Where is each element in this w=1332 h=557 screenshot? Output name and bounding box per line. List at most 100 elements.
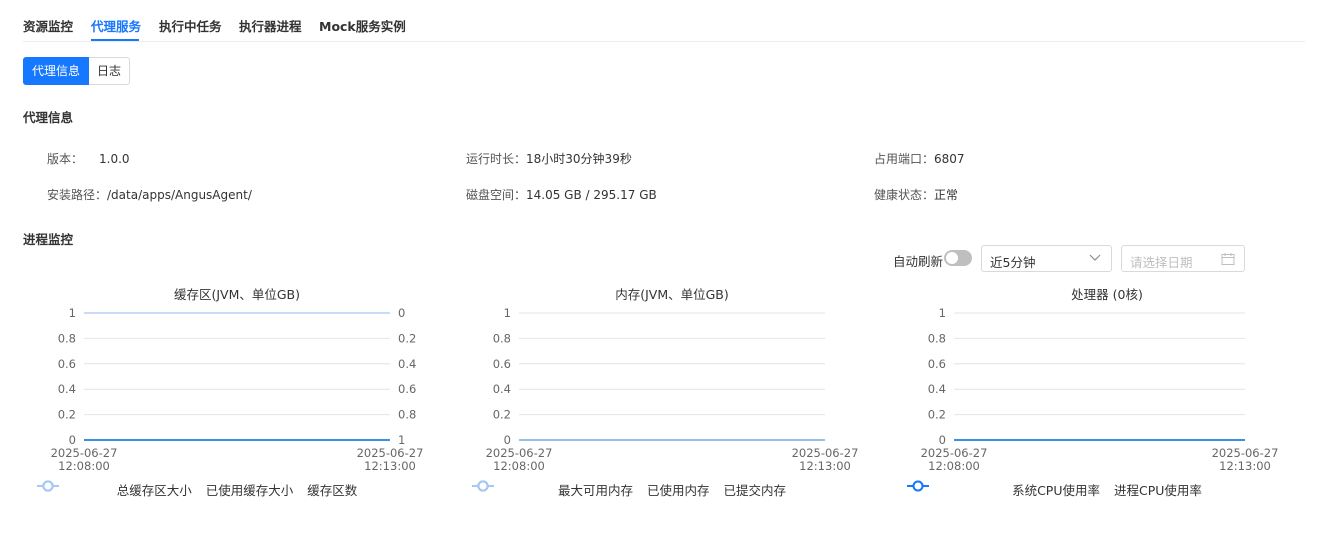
x-tick-label-time: 12:08:00	[493, 459, 545, 473]
y2-tick-label: 0.4	[398, 357, 416, 371]
calendar-icon	[1221, 253, 1235, 265]
subtab-agent-info[interactable]: 代理信息	[23, 57, 90, 85]
processor-chart-legend: 系统CPU使用率 进程CPU使用率	[907, 480, 1307, 499]
install-path-row: 安装路径：/data/apps/AngusAgent/	[47, 186, 252, 203]
y-tick-label: 0.8	[928, 331, 946, 345]
port-value: 6807	[934, 152, 965, 166]
legend-label: 已使用缓存大小	[205, 483, 294, 498]
legend-item[interactable]: 最大可用内存	[472, 480, 633, 499]
active-tab-indicator	[91, 39, 139, 41]
auto-refresh-label: 自动刷新	[893, 254, 944, 269]
y2-tick-label: 0.2	[398, 331, 416, 345]
agent-info-title: 代理信息	[23, 110, 74, 125]
y-tick-label: 0.2	[928, 408, 946, 422]
install-path-label: 安装路径：	[47, 188, 108, 202]
toggle-knob	[946, 252, 958, 264]
time-range-select[interactable]: 近5分钟	[981, 245, 1112, 272]
subtab-logs[interactable]: 日志	[89, 57, 131, 85]
health-value: 正常	[934, 188, 959, 202]
install-path-value: /data/apps/AngusAgent/	[107, 188, 252, 202]
x-tick-label-time: 12:08:00	[928, 459, 980, 473]
legend-label: 总缓存区大小	[116, 483, 192, 498]
tab-resource-monitor[interactable]: 资源监控	[23, 16, 73, 35]
y-tick-label: 0.4	[928, 382, 946, 396]
legend-item[interactable]: 缓存区数	[37, 480, 358, 499]
tab-mock-service-instance[interactable]: Mock服务实例	[319, 16, 406, 35]
time-range-value: 近5分钟	[990, 255, 1036, 270]
y-tick-label: 0	[504, 433, 511, 447]
date-placeholder: 请选择日期	[1130, 255, 1193, 270]
legend-label: 进程CPU使用率	[1114, 483, 1202, 498]
legend-label: 已提交内存	[723, 483, 787, 498]
process-monitor-title: 进程监控	[23, 232, 74, 247]
y-tick-label: 0.4	[493, 382, 511, 396]
x-tick-label-date: 2025-06-27	[921, 446, 988, 460]
memory-chart-title: 内存(JVM、单位GB)	[615, 287, 729, 302]
legend-marker-circle	[912, 480, 924, 492]
legend-item[interactable]: 系统CPU使用率	[907, 480, 1100, 499]
memory-chart: 0 0.2 0.4 0.6 0.8 1 2025-06-27 12:08:00 2025-06-…	[472, 282, 872, 507]
port-row: 占用端口：6807	[874, 150, 965, 167]
uptime-row: 运行时长：18小时30分钟39秒	[466, 150, 632, 167]
subtab-group: 代理信息 日志	[23, 57, 131, 85]
x-tick-label-date: 2025-06-27	[51, 446, 118, 460]
date-picker[interactable]: 请选择日期	[1121, 245, 1245, 272]
y-tick-label: 0.6	[928, 357, 946, 371]
y-tick-label: 0.8	[493, 331, 511, 345]
y-tick-label: 0.6	[493, 357, 511, 371]
legend-item[interactable]: 总缓存区大小	[37, 480, 192, 499]
memory-chart-plot: 00.20.40.60.812025-06-2712:08:002025-06-…	[486, 306, 859, 473]
legend-item[interactable]: 已使用缓存大小	[37, 480, 294, 499]
processor-chart-plot: 00.20.40.60.812025-06-2712:08:002025-06-…	[921, 306, 1279, 473]
y2-tick-label: 0.6	[398, 382, 416, 396]
legend-item[interactable]: 已使用内存	[472, 480, 710, 499]
disk-space-value: 14.05 GB / 295.17 GB	[526, 188, 657, 202]
uptime-label: 运行时长：	[466, 152, 527, 166]
x-tick-label-time: 12:13:00	[364, 459, 416, 473]
y2-tick-label: 0	[398, 306, 405, 320]
tab-agent-service[interactable]: 代理服务	[91, 16, 141, 35]
y-tick-label: 1	[69, 306, 76, 320]
disk-space-row: 磁盘空间：14.05 GB / 295.17 GB	[466, 186, 657, 203]
tab-running-tasks[interactable]: 执行中任务	[159, 16, 222, 35]
x-tick-label-date: 2025-06-27	[1212, 446, 1279, 460]
tab-executor-process[interactable]: 执行器进程	[239, 16, 302, 35]
y-tick-label: 1	[939, 306, 946, 320]
version-label: 版本：	[47, 152, 84, 166]
y-tick-label: 0.4	[58, 382, 76, 396]
buffer-chart-legend: 总缓存区大小 已使用缓存大小 缓存区数	[37, 480, 437, 499]
buffer-chart-plot: 00.20.40.60.8110.80.60.40.202025-06-2712…	[51, 306, 424, 473]
disk-space-label: 磁盘空间：	[466, 188, 527, 202]
y2-tick-label: 0.8	[398, 408, 416, 422]
legend-marker-circle	[42, 480, 54, 492]
legend-marker-icon	[907, 480, 929, 492]
legend-label: 已使用内存	[646, 483, 710, 498]
legend-marker-icon	[472, 480, 494, 492]
y2-tick-label: 1	[398, 433, 405, 447]
x-tick-label-date: 2025-06-27	[357, 446, 424, 460]
version-value: 1.0.0	[99, 152, 130, 166]
y-tick-label: 0.6	[58, 357, 76, 371]
y-tick-label: 0	[69, 433, 76, 447]
legend-label: 最大可用内存	[557, 483, 633, 498]
legend-item[interactable]: 已提交内存	[472, 480, 787, 499]
x-tick-label-date: 2025-06-27	[486, 446, 553, 460]
x-tick-label-time: 12:08:00	[58, 459, 110, 473]
y-tick-label: 0.2	[493, 408, 511, 422]
legend-label: 缓存区数	[307, 483, 358, 498]
legend-marker-circle	[477, 480, 489, 492]
legend-marker-icon	[37, 480, 59, 492]
legend-item[interactable]: 进程CPU使用率	[907, 480, 1202, 499]
x-tick-label-time: 12:13:00	[1219, 459, 1271, 473]
buffer-chart-title: 缓存区(JVM、单位GB)	[173, 287, 301, 302]
health-label: 健康状态：	[874, 188, 935, 202]
y-tick-label: 0	[939, 433, 946, 447]
processor-chart: 0 0.2 0.4 0.6 0.8 1 2025-06-27 12:08:00 2025-06-…	[907, 282, 1307, 507]
x-tick-label-time: 12:13:00	[799, 459, 851, 473]
top-tab-bar: 资源监控 代理服务 执行中任务 执行器进程 Mock服务实例	[23, 0, 1305, 42]
x-tick-label-date: 2025-06-27	[792, 446, 859, 460]
auto-refresh-toggle[interactable]	[944, 250, 972, 266]
y-tick-label: 1	[504, 306, 511, 320]
memory-chart-legend: 最大可用内存 已使用内存 已提交内存	[472, 480, 872, 499]
y-tick-label: 0.2	[58, 408, 76, 422]
